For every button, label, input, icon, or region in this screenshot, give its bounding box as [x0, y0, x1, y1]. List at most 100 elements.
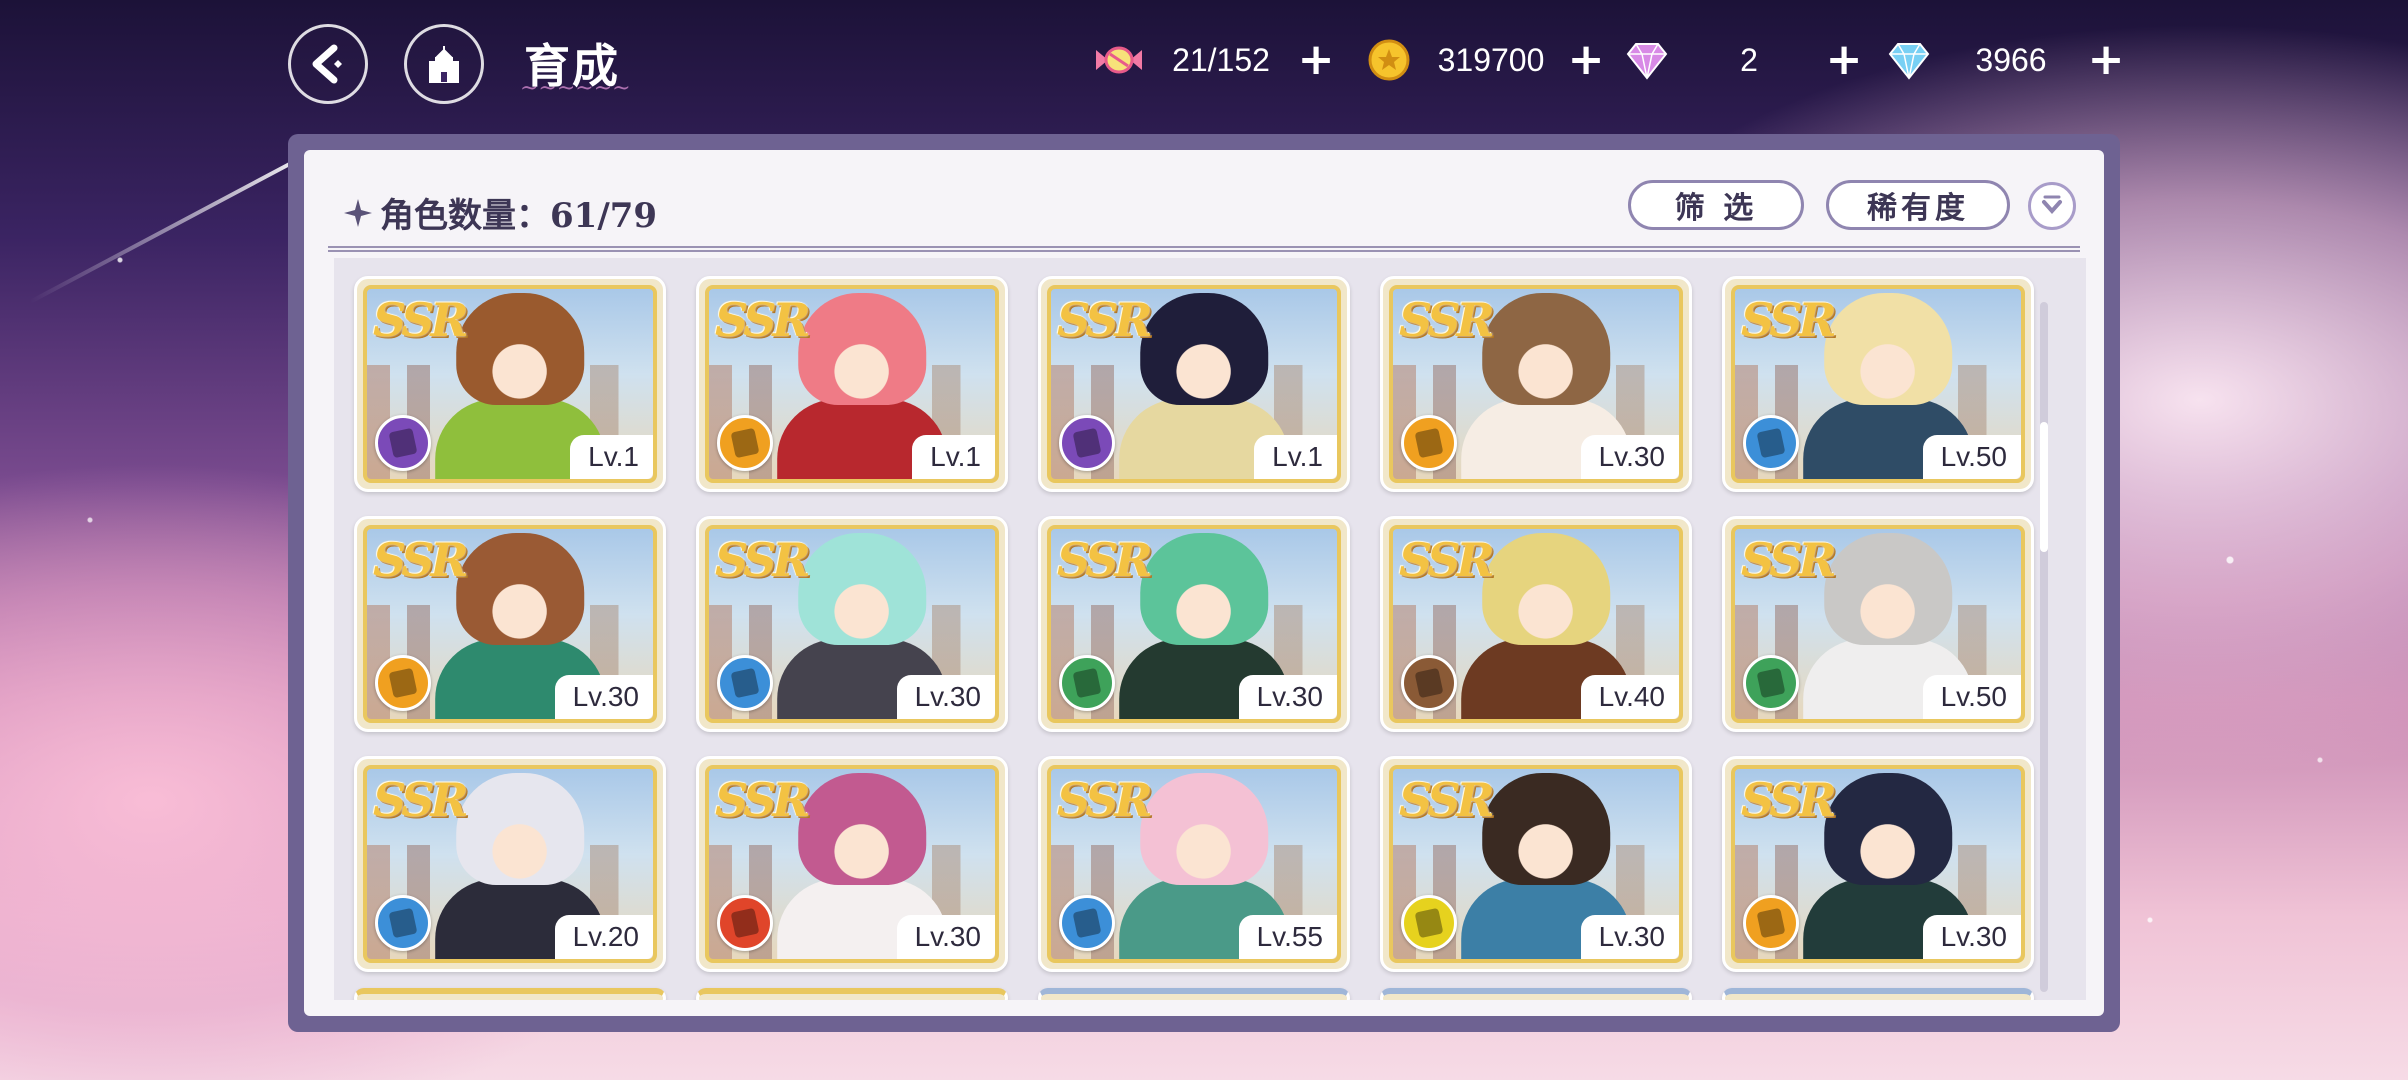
character-portrait: SSR Lv.30: [363, 525, 657, 723]
header-divider: [328, 246, 2080, 252]
character-card[interactable]: SSR Lv.30: [1722, 756, 2034, 972]
character-portrait: SSR Lv.30: [1389, 285, 1683, 483]
level-label: Lv.20: [554, 915, 653, 959]
level-label: Lv.30: [1922, 915, 2021, 959]
character-portrait: SSR Lv.30: [1047, 525, 1341, 723]
character-face: [813, 789, 910, 885]
pink-diamond-icon: [1620, 33, 1674, 87]
gold-coin-icon: [1362, 33, 1416, 87]
character-card[interactable]: SSR Lv.30: [354, 516, 666, 732]
element-glyph-icon: [1756, 907, 1786, 939]
character-card[interactable]: SSR Lv.30: [1038, 516, 1350, 732]
element-glyph-icon: [1072, 667, 1102, 699]
level-label: Lv.30: [896, 675, 995, 719]
gem-add-button[interactable]: +: [2086, 38, 2126, 82]
character-card-partial[interactable]: [354, 988, 666, 1000]
character-card[interactable]: SSR Lv.30: [1380, 276, 1692, 492]
back-arrow-icon: [312, 44, 342, 84]
character-face: [813, 309, 910, 405]
element-badge-icon: [1743, 415, 1799, 471]
element-glyph-icon: [1414, 667, 1444, 699]
character-portrait: SSR Lv.1: [705, 285, 999, 483]
character-card[interactable]: SSR Lv.30: [1380, 756, 1692, 972]
character-face: [1155, 549, 1252, 645]
level-label: Lv.40: [1580, 675, 1679, 719]
rarity-label: SSR: [715, 773, 811, 827]
element-glyph-icon: [1414, 427, 1444, 459]
character-grid[interactable]: SSR Lv.1 SSR Lv.1 SSR Lv.1 SSR Lv.30 SSR Lv.50 SSR…: [334, 258, 2086, 1000]
character-card-partial[interactable]: [1038, 988, 1350, 1000]
rarity-label: SSR: [1057, 293, 1153, 347]
character-card[interactable]: SSR Lv.30: [696, 516, 1008, 732]
castle-icon: [429, 46, 459, 83]
element-glyph-icon: [730, 907, 760, 939]
rarity-label: SSR: [373, 293, 469, 347]
character-portrait: SSR Lv.1: [1047, 285, 1341, 483]
level-label: Lv.50: [1922, 435, 2021, 479]
level-label: Lv.1: [912, 435, 995, 479]
paid-gem-add-button[interactable]: +: [1824, 38, 1864, 82]
candy-currency: 21/152 +: [1092, 34, 1336, 86]
blue-diamond-icon: [1882, 33, 1936, 87]
character-portrait: SSR Lv.50: [1731, 525, 2025, 723]
character-face: [1497, 309, 1594, 405]
element-glyph-icon: [1756, 427, 1786, 459]
element-glyph-icon: [1072, 427, 1102, 459]
character-card-partial[interactable]: [696, 988, 1008, 1000]
element-badge-icon: [717, 895, 773, 951]
character-face: [471, 309, 568, 405]
level-label: Lv.1: [570, 435, 653, 479]
character-portrait: SSR Lv.50: [1731, 285, 2025, 483]
chevron-down-icon: [2042, 195, 2062, 215]
rarity-label: SSR: [715, 533, 811, 587]
character-card[interactable]: SSR Lv.50: [1722, 276, 2034, 492]
character-card[interactable]: SSR Lv.20: [354, 756, 666, 972]
filter-button[interactable]: 筛 选: [1628, 180, 1804, 230]
character-portrait: SSR Lv.1: [363, 285, 657, 483]
character-panel-frame: 角色数量：61/79 筛 选 稀有度 SSR Lv.1 SSR Lv.1 SSR Lv.1…: [288, 134, 2120, 1032]
back-button[interactable]: [288, 24, 368, 104]
character-card[interactable]: SSR Lv.1: [1038, 276, 1350, 492]
character-card[interactable]: SSR Lv.50: [1722, 516, 2034, 732]
sort-order-button[interactable]: [2028, 182, 2076, 230]
character-face: [1839, 549, 1936, 645]
element-badge-icon: [717, 415, 773, 471]
gold-add-button[interactable]: +: [1566, 38, 1606, 82]
element-badge-icon: [1743, 895, 1799, 951]
character-card[interactable]: SSR Lv.1: [696, 276, 1008, 492]
character-card[interactable]: SSR Lv.55: [1038, 756, 1350, 972]
gem-value: 3966: [1975, 41, 2047, 78]
character-portrait: SSR Lv.30: [1731, 765, 2025, 963]
grid-scrollbar[interactable]: [2040, 302, 2048, 992]
element-glyph-icon: [388, 427, 418, 459]
character-portrait: SSR Lv.30: [1389, 765, 1683, 963]
element-badge-icon: [1743, 655, 1799, 711]
character-card-partial[interactable]: [1380, 988, 1692, 1000]
level-label: Lv.30: [1580, 435, 1679, 479]
rarity-sort-button[interactable]: 稀有度: [1826, 180, 2010, 230]
character-panel: 角色数量：61/79 筛 选 稀有度 SSR Lv.1 SSR Lv.1 SSR Lv.1…: [304, 150, 2104, 1016]
level-label: Lv.30: [1580, 915, 1679, 959]
rarity-label: SSR: [1057, 533, 1153, 587]
home-button[interactable]: [404, 24, 484, 104]
character-card[interactable]: SSR Lv.1: [354, 276, 666, 492]
scrollbar-thumb[interactable]: [2040, 422, 2048, 552]
character-portrait: SSR Lv.55: [1047, 765, 1341, 963]
rarity-label: SSR: [1057, 773, 1153, 827]
candy-add-button[interactable]: +: [1296, 38, 1336, 82]
character-face: [1839, 789, 1936, 885]
character-face: [471, 549, 568, 645]
character-face: [1155, 309, 1252, 405]
paid-gem-value: 2: [1740, 41, 1758, 78]
character-card-partial[interactable]: [1722, 988, 2034, 1000]
paid-gem-currency: 2 +: [1620, 34, 1864, 86]
character-portrait: SSR Lv.40: [1389, 525, 1683, 723]
level-label: Lv.55: [1238, 915, 1337, 959]
character-card[interactable]: SSR Lv.30: [696, 756, 1008, 972]
element-glyph-icon: [1414, 907, 1444, 939]
sparkle-icon: [344, 198, 372, 227]
gold-value: 319700: [1437, 41, 1545, 78]
rarity-label: SSR: [373, 773, 469, 827]
character-card[interactable]: SSR Lv.40: [1380, 516, 1692, 732]
character-face: [813, 549, 910, 645]
